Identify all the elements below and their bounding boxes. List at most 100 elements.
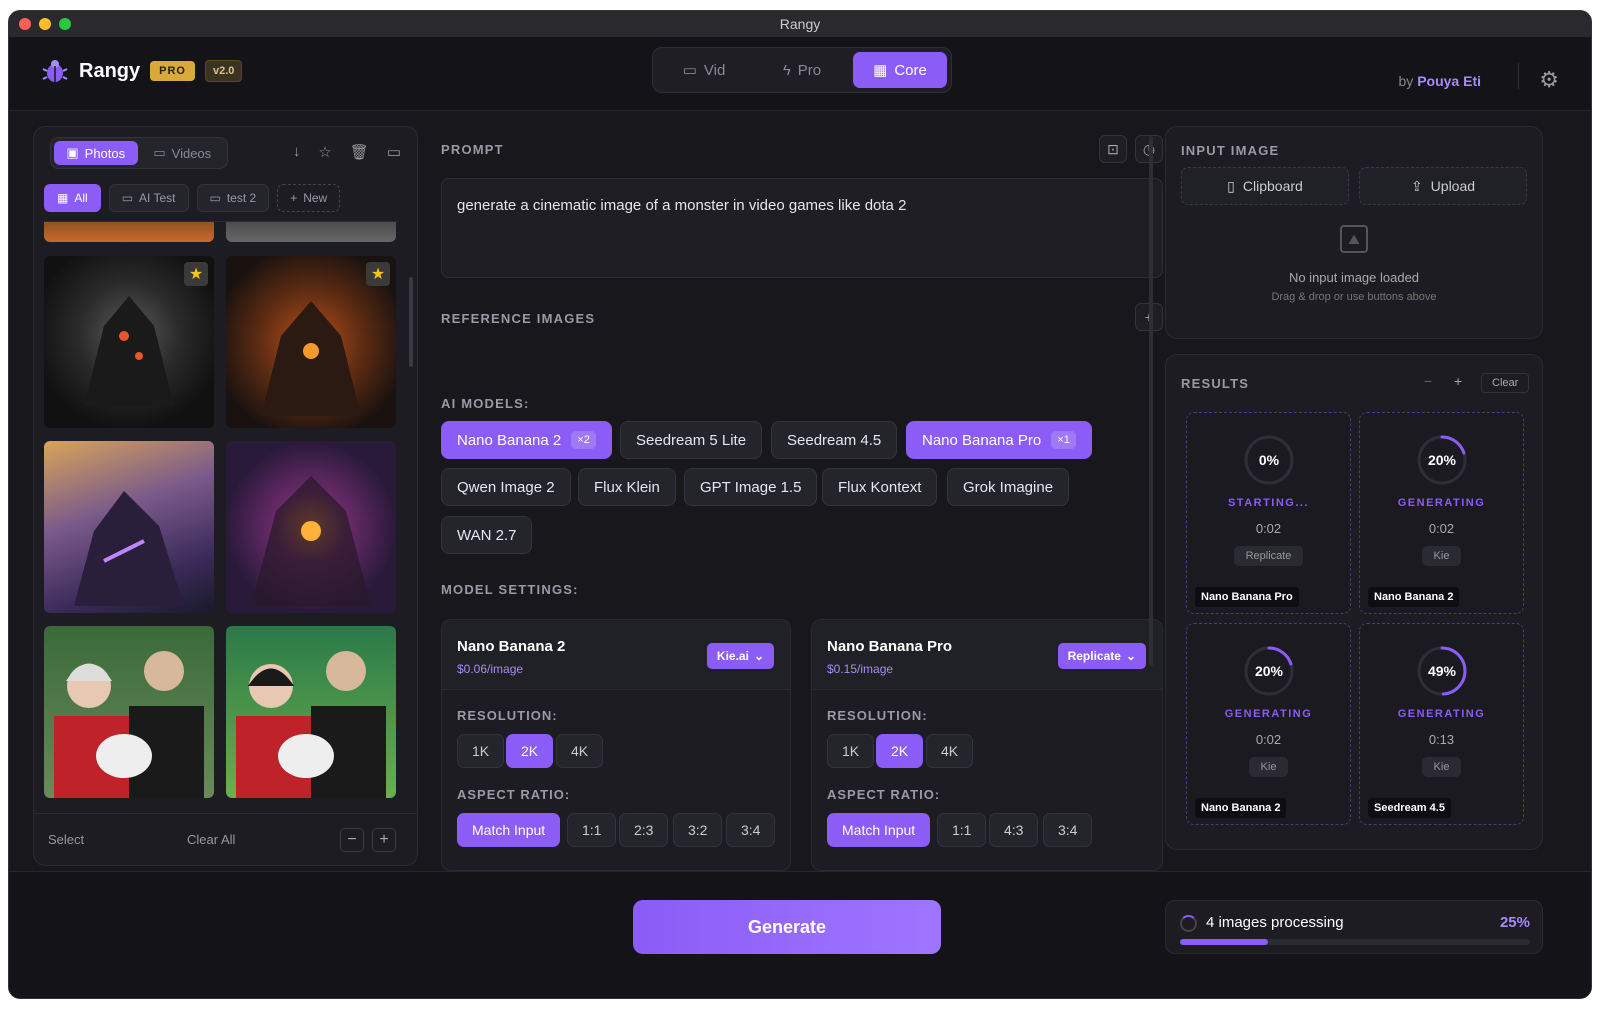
tab-videos[interactable]: ▭ Videos xyxy=(141,141,225,165)
gallery-toolbar: ↓ ☆ 🗑 ▭ xyxy=(293,143,401,161)
aspect-option[interactable]: 3:4 xyxy=(1043,813,1093,847)
plus-icon: + xyxy=(290,191,298,205)
empty-title: No input image loaded xyxy=(1288,270,1420,285)
results-label: RESULTS xyxy=(1181,376,1250,391)
empty-hint: Drag & drop or use buttons above xyxy=(1271,291,1437,303)
elapsed-time: 0:13 xyxy=(1428,732,1455,747)
model-chip-flux-kontext[interactable]: Flux Kontext xyxy=(822,468,938,506)
count-badge: ×1 xyxy=(1051,431,1076,449)
gallery-thumbnail[interactable] xyxy=(44,222,214,242)
gallery-thumbnail[interactable] xyxy=(226,626,396,798)
model-chip-wan-2-7[interactable]: WAN 2.7 xyxy=(441,516,533,554)
aspect-option[interactable]: 3:2 xyxy=(673,813,723,847)
gallery-thumbnail[interactable]: ★ xyxy=(226,256,396,428)
resolution-option[interactable]: 4K xyxy=(926,734,974,768)
gallery-scrollbar[interactable] xyxy=(409,277,413,367)
model-chip-nano-banana-pro[interactable]: Nano Banana Pro ×1 xyxy=(906,421,1092,459)
card-header: Nano Banana Pro $0.15/image Replicate ⌄ xyxy=(812,620,1162,690)
author-link[interactable]: Pouya Eti xyxy=(1417,73,1481,89)
model-chip-seedream-5-lite[interactable]: Seedream 5 Lite xyxy=(620,421,763,459)
processing-status: 4 images processing 25% xyxy=(1165,900,1543,954)
folder-test-2[interactable]: ▭ test 2 xyxy=(196,184,270,212)
provider-dropdown[interactable]: Replicate ⌄ xyxy=(1057,643,1146,669)
gallery-thumbnail[interactable]: ★ xyxy=(44,256,214,428)
gallery-thumbnail[interactable] xyxy=(44,626,214,798)
model-chip-grok-imagine[interactable]: Grok Imagine xyxy=(947,468,1070,506)
aspect-option[interactable]: Match Input xyxy=(827,813,931,847)
resolution-option[interactable]: 2K xyxy=(506,734,554,768)
tab-pro[interactable]: ϟ Pro xyxy=(755,52,849,88)
model-chip-nano-banana-2[interactable]: Nano Banana 2 ×2 xyxy=(441,421,612,459)
progress-percent: 20% xyxy=(1254,663,1284,679)
favorite-star-icon[interactable]: ★ xyxy=(184,262,208,286)
provider-dropdown[interactable]: Kie.ai ⌄ xyxy=(706,643,774,669)
tab-photos[interactable]: ▣ Photos xyxy=(54,141,138,165)
clipboard-button[interactable]: ▯ Clipboard xyxy=(1181,167,1349,205)
aspect-ratio-label: ASPECT RATIO: xyxy=(457,787,571,802)
result-tile[interactable]: 49% GENERATING 0:13 Kie Seedream 4.5 xyxy=(1359,623,1524,825)
result-tile[interactable]: 0% STARTING... 0:02 Replicate Nano Banan… xyxy=(1186,412,1351,614)
tab-core[interactable]: ▦ Core xyxy=(853,52,947,88)
resolution-option[interactable]: 1K xyxy=(457,734,505,768)
minimize-window-button[interactable] xyxy=(39,18,51,30)
input-image-panel: INPUT IMAGE ▯ Clipboard ⇪ Upload ⛰ No inpu… xyxy=(1165,126,1543,339)
tab-vid[interactable]: ▭ Vid xyxy=(657,52,751,88)
status-text: GENERATING xyxy=(1397,708,1486,720)
gallery-thumbnail[interactable] xyxy=(226,222,396,242)
generate-button[interactable]: Generate xyxy=(633,900,941,954)
image-grid[interactable]: ★ ★ xyxy=(44,221,399,811)
model-chip-seedream-4-5[interactable]: Seedream 4.5 xyxy=(771,421,898,459)
gallery-thumbnail[interactable] xyxy=(226,441,396,613)
resolution-option[interactable]: 4K xyxy=(556,734,604,768)
folder-ai-test[interactable]: ▭ AI Test xyxy=(108,184,189,212)
prompt-input[interactable]: generate a cinematic image of a monster … xyxy=(441,178,1163,278)
zoom-in-button[interactable]: + xyxy=(372,827,396,852)
new-folder-button[interactable]: + New xyxy=(277,184,341,212)
result-tile[interactable]: 20% GENERATING 0:02 Kie Nano Banana 2 xyxy=(1186,623,1351,825)
results-zoom-out[interactable]: − xyxy=(1424,373,1432,389)
video-icon: ▭ xyxy=(153,145,166,160)
select-button[interactable]: Select xyxy=(48,832,84,847)
aspect-option[interactable]: 1:1 xyxy=(937,813,987,847)
results-zoom-in[interactable]: + xyxy=(1454,373,1462,389)
scan-text-icon[interactable]: ⊡ xyxy=(1099,135,1127,163)
clear-all-button[interactable]: Clear All xyxy=(187,832,235,847)
author-credit: by Pouya Eti xyxy=(1398,73,1481,89)
grid-icon: ▦ xyxy=(57,191,69,205)
title-bar: Rangy xyxy=(9,11,1591,37)
aspect-ratio-label: ASPECT RATIO: xyxy=(827,787,941,802)
progress-ring: 0% xyxy=(1242,433,1296,487)
star-icon[interactable]: ☆ xyxy=(318,143,331,161)
favorite-star-icon[interactable]: ★ xyxy=(366,262,390,286)
aspect-option[interactable]: Match Input xyxy=(457,813,561,847)
sort-down-icon[interactable]: ↓ xyxy=(293,143,301,161)
trash-icon[interactable]: 🗑 xyxy=(350,143,369,161)
aspect-option[interactable]: 4:3 xyxy=(989,813,1039,847)
resolution-option[interactable]: 1K xyxy=(827,734,875,768)
gallery-thumbnail[interactable] xyxy=(44,441,214,613)
upload-button[interactable]: ⇪ Upload xyxy=(1359,167,1527,205)
folder-all[interactable]: ▦ All xyxy=(44,184,101,212)
aspect-option[interactable]: 3:4 xyxy=(726,813,776,847)
model-chip-flux-klein[interactable]: Flux Klein xyxy=(578,468,676,506)
aspect-option[interactable]: 1:1 xyxy=(567,813,617,847)
status-text: GENERATING xyxy=(1397,497,1486,509)
maximize-window-button[interactable] xyxy=(59,18,71,30)
model-settings-card-nano-banana-pro: Nano Banana Pro $0.15/image Replicate ⌄ R… xyxy=(811,619,1163,871)
gear-icon[interactable]: ⚙ xyxy=(1539,67,1559,93)
media-type-tabs: ▣ Photos ▭ Videos xyxy=(50,137,228,169)
prompt-label: PROMPT xyxy=(441,142,504,157)
mode-tabs: ▭ Vid ϟ Pro ▦ Core xyxy=(652,47,952,93)
folder-icon[interactable]: ▭ xyxy=(387,143,401,161)
editor-scrollbar[interactable] xyxy=(1149,136,1153,666)
resolution-option[interactable]: 2K xyxy=(876,734,924,768)
aspect-option[interactable]: 2:3 xyxy=(619,813,669,847)
result-tile[interactable]: 20% GENERATING 0:02 Kie Nano Banana 2 xyxy=(1359,412,1524,614)
window-controls xyxy=(19,18,71,30)
model-chip-gpt-image-1-5[interactable]: GPT Image 1.5 xyxy=(684,468,818,506)
close-window-button[interactable] xyxy=(19,18,31,30)
clear-results-button[interactable]: Clear xyxy=(1481,373,1530,393)
processing-progress-bar xyxy=(1180,939,1530,945)
model-chip-qwen-image-2[interactable]: Qwen Image 2 xyxy=(441,468,571,506)
zoom-out-button[interactable]: − xyxy=(340,827,364,852)
